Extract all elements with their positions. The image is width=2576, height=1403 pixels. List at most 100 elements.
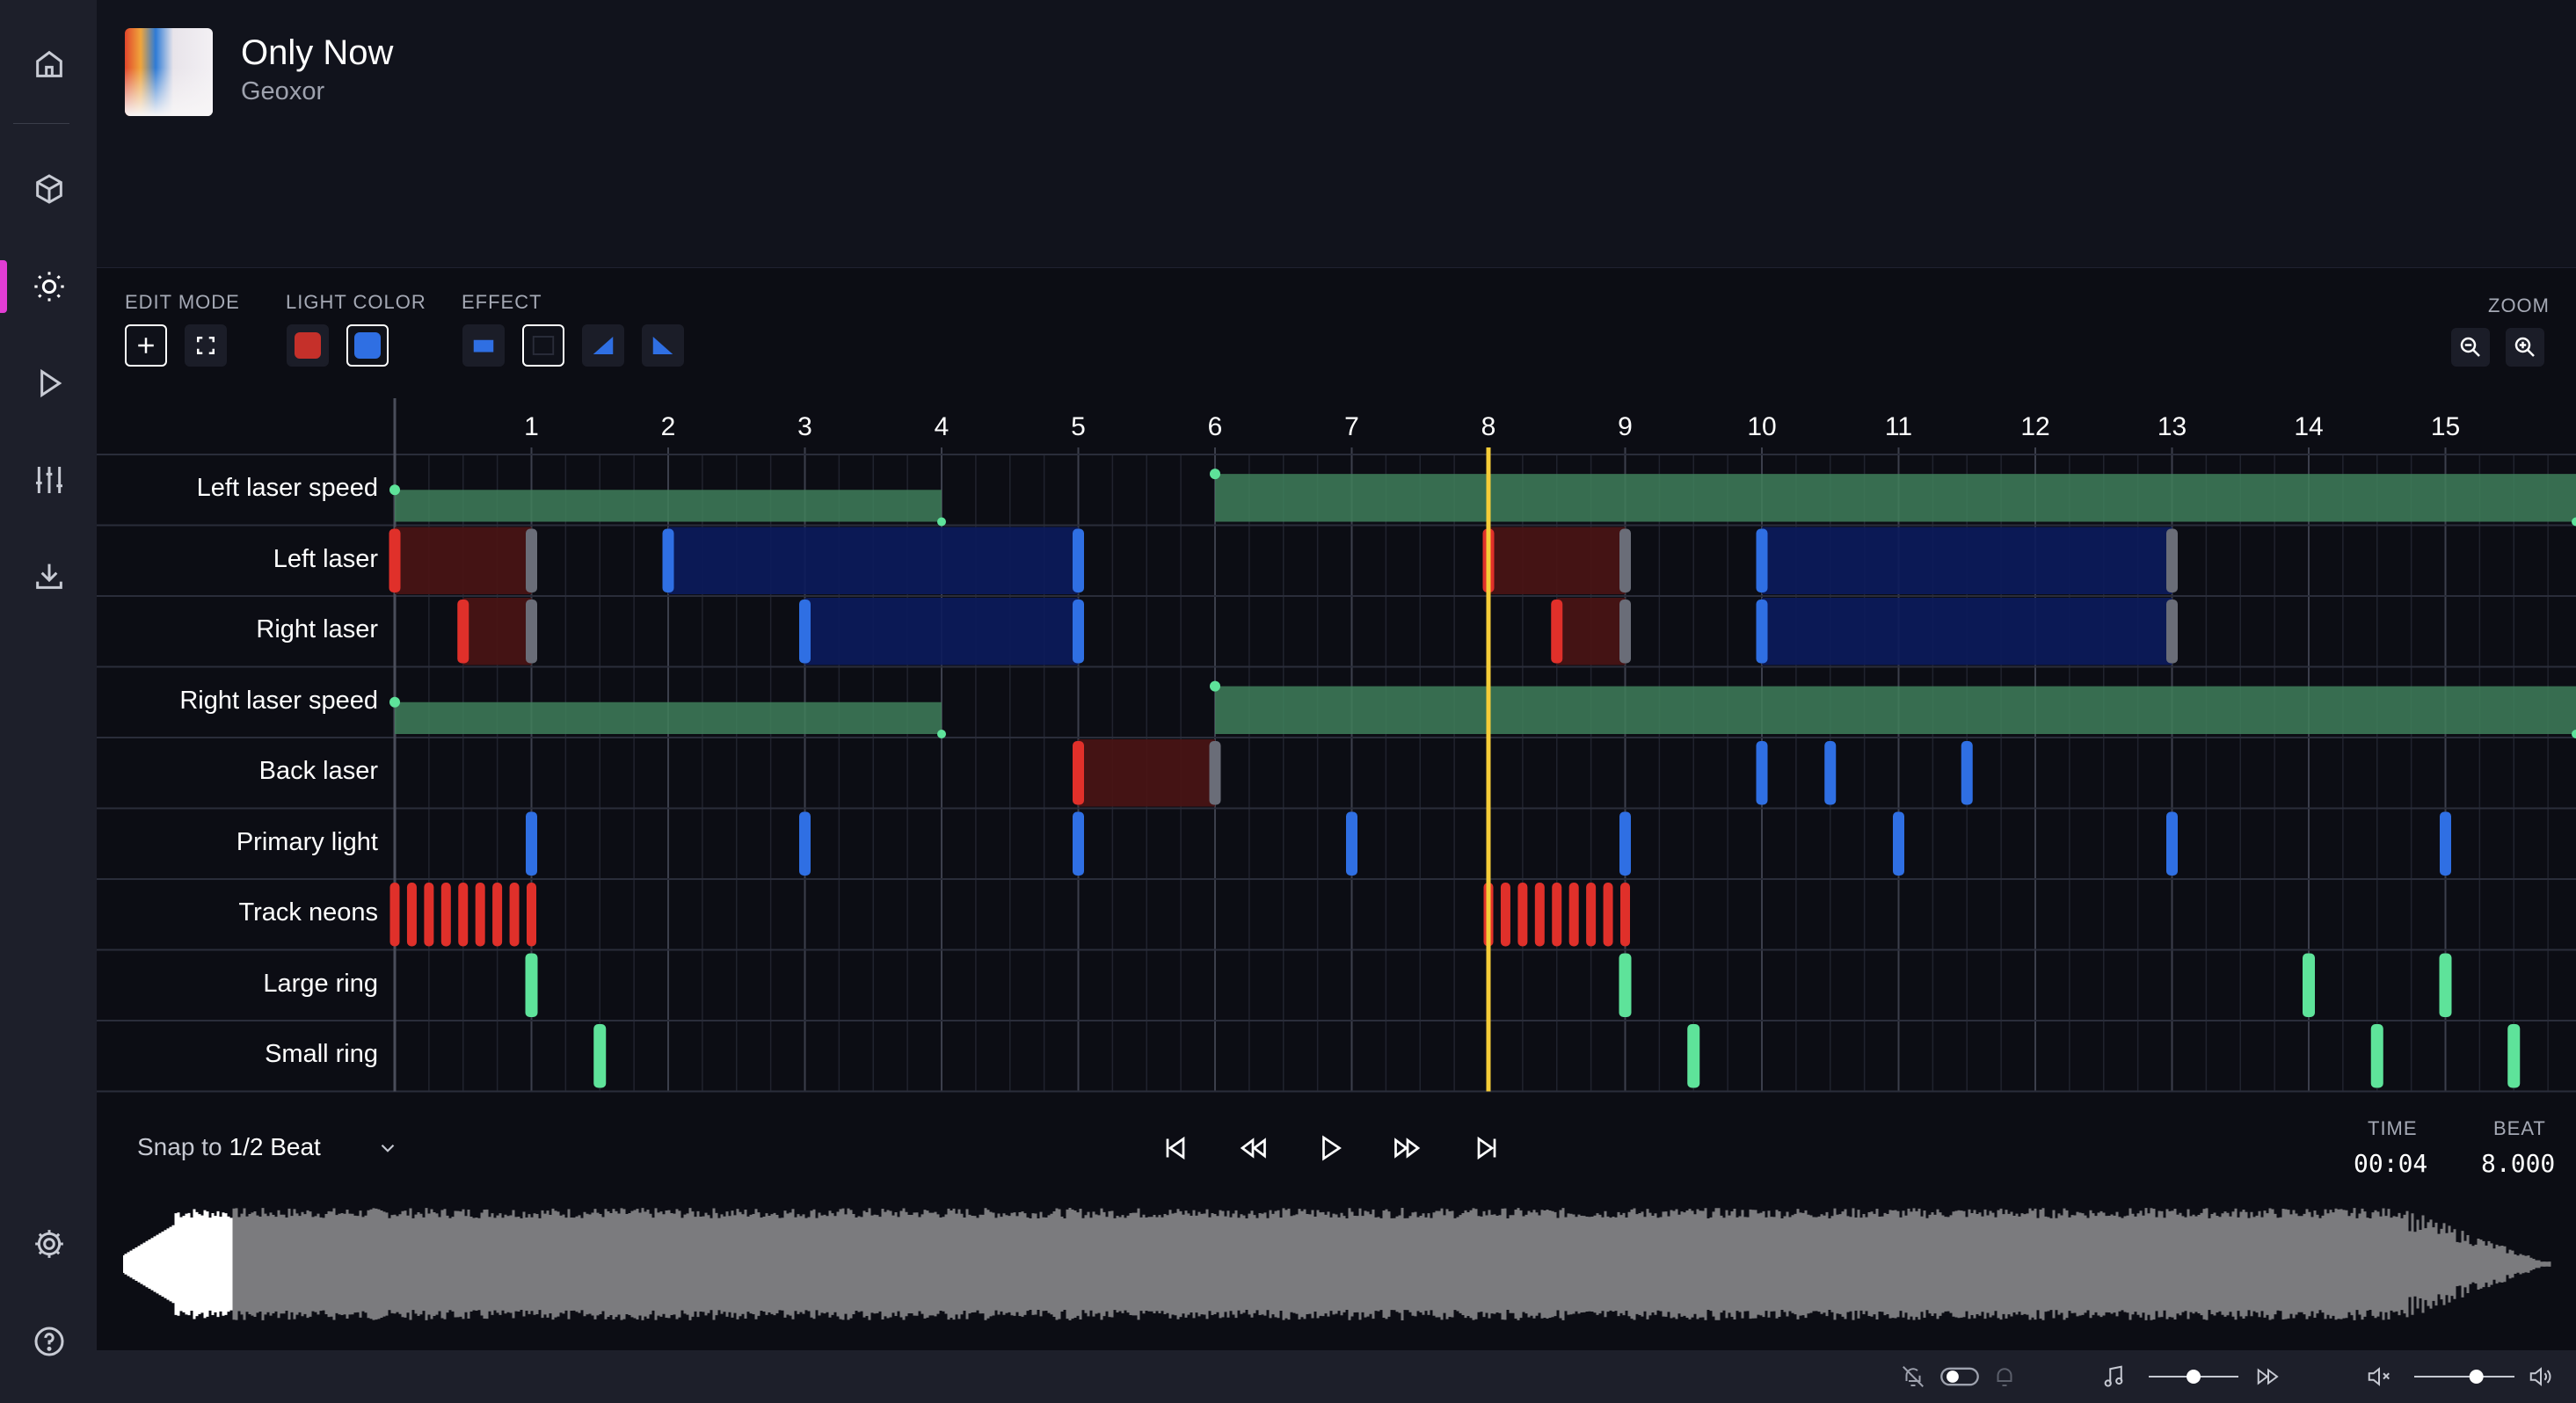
blue-light-event[interactable] [2166, 811, 2178, 876]
off-light-event[interactable] [2166, 528, 2178, 593]
blue-light-event[interactable] [1756, 741, 1768, 805]
red-light-event[interactable] [1620, 883, 1630, 947]
red-light-event[interactable] [424, 883, 434, 947]
off-light-event[interactable] [2166, 600, 2178, 664]
waveform[interactable] [123, 1206, 2551, 1322]
red-light-event[interactable] [1551, 600, 1563, 664]
play-button[interactable] [1310, 1128, 1350, 1168]
edit-mode-select-button[interactable] [185, 324, 227, 367]
sliders-icon[interactable] [27, 458, 71, 502]
red-light-event[interactable] [440, 883, 451, 947]
slider-thumb[interactable] [2187, 1370, 2201, 1384]
ring-event[interactable] [593, 1024, 607, 1088]
off-light-event[interactable] [1619, 528, 1631, 593]
skip-start-button[interactable] [1155, 1128, 1196, 1168]
red-light-event[interactable] [492, 883, 503, 947]
off-light-event[interactable] [1209, 741, 1221, 805]
cube-icon[interactable] [27, 167, 71, 211]
slider-thumb[interactable] [2469, 1370, 2484, 1384]
red-light-event[interactable] [1552, 883, 1562, 947]
blue-light-event[interactable] [1756, 600, 1768, 664]
blue-light-event[interactable] [1961, 741, 1973, 805]
ring-event[interactable] [525, 953, 538, 1018]
fast-forward-small-icon[interactable] [2252, 1361, 2284, 1392]
blue-light-event[interactable] [1619, 811, 1631, 876]
download-icon[interactable] [27, 554, 71, 598]
playback-speed-slider[interactable] [2145, 1366, 2242, 1387]
ring-event[interactable] [2507, 1024, 2521, 1088]
red-light-event[interactable] [406, 883, 417, 947]
blue-light-event[interactable] [799, 600, 811, 664]
effect-fade-in-button[interactable] [582, 324, 624, 367]
play-icon[interactable] [27, 361, 71, 405]
speed-segment[interactable] [1215, 474, 2576, 522]
red-light-event[interactable] [458, 883, 469, 947]
speed-node[interactable] [937, 730, 946, 738]
speed-node[interactable] [1210, 469, 1220, 480]
off-light-event[interactable] [526, 528, 537, 593]
blue-light-event[interactable] [1756, 528, 1768, 593]
speed-node[interactable] [1210, 680, 1220, 692]
blue-light-event[interactable] [1824, 741, 1837, 805]
red-light-event[interactable] [1568, 883, 1579, 947]
blue-light-event[interactable] [2440, 811, 2451, 876]
red-light-event[interactable] [1534, 883, 1545, 947]
red-light-event[interactable] [1500, 883, 1510, 947]
timeline-canvas[interactable]: 1 2 3 4 5 6 7 8 9 10 11 12 13 14 15 [97, 398, 2576, 1093]
speed-segment[interactable] [1215, 686, 2576, 734]
blue-light-event[interactable] [1346, 811, 1357, 876]
blue-light-event[interactable] [662, 528, 674, 593]
off-light-event[interactable] [1619, 600, 1631, 664]
timeline-grid[interactable]: 1 2 3 4 5 6 7 8 9 10 11 12 13 14 15 Left laser speed Le… [97, 398, 2576, 1093]
ring-event[interactable] [2370, 1024, 2383, 1088]
snap-dropdown[interactable]: Snap to 1/2 Beat [137, 1133, 395, 1161]
notification-toggle[interactable] [1938, 1361, 1982, 1392]
red-light-event[interactable] [509, 883, 520, 947]
ring-event[interactable] [1687, 1024, 1700, 1088]
ring-event[interactable] [2303, 953, 2315, 1018]
red-light-event[interactable] [475, 883, 485, 947]
blue-light-event[interactable] [1893, 811, 1904, 876]
blue-light-event[interactable] [1073, 600, 1084, 664]
speed-node[interactable] [389, 484, 400, 496]
volume-icon[interactable] [2525, 1361, 2557, 1392]
blue-light-event[interactable] [526, 811, 537, 876]
speed-node[interactable] [389, 696, 400, 708]
red-light-event[interactable] [389, 883, 400, 947]
ring-event[interactable] [1619, 953, 1632, 1018]
light-color-blue-button[interactable] [346, 324, 389, 367]
off-light-event[interactable] [526, 600, 537, 664]
rewind-button[interactable] [1233, 1128, 1273, 1168]
red-light-event[interactable] [389, 528, 401, 593]
home-icon[interactable] [27, 42, 71, 86]
effect-fade-out-button[interactable] [642, 324, 684, 367]
ring-event[interactable] [2439, 953, 2452, 1018]
fast-forward-button[interactable] [1387, 1128, 1428, 1168]
skip-end-button[interactable] [1466, 1128, 1507, 1168]
red-light-event[interactable] [457, 600, 469, 664]
red-light-event[interactable] [527, 883, 536, 947]
edit-mode-add-button[interactable] [125, 324, 167, 367]
blue-light-event[interactable] [1073, 528, 1084, 593]
blue-light-event[interactable] [799, 811, 811, 876]
speed-segment[interactable] [395, 702, 942, 734]
mute-icon[interactable] [2363, 1361, 2395, 1392]
red-light-event[interactable] [1603, 883, 1613, 947]
effect-on-button[interactable] [462, 324, 505, 367]
gear-icon[interactable] [27, 1222, 71, 1266]
zoom-out-button[interactable] [2451, 328, 2490, 367]
bell-icon[interactable] [1989, 1361, 2020, 1392]
effect-off-button[interactable] [522, 324, 564, 367]
sun-icon[interactable] [27, 265, 71, 309]
red-light-event[interactable] [1073, 741, 1084, 805]
red-light-event[interactable] [1517, 883, 1528, 947]
light-color-red-button[interactable] [287, 324, 329, 367]
help-icon[interactable] [27, 1319, 71, 1363]
volume-slider[interactable] [2411, 1366, 2518, 1387]
bell-off-icon[interactable] [1897, 1361, 1929, 1392]
speed-segment[interactable] [395, 490, 942, 522]
blue-light-event[interactable] [1073, 811, 1084, 876]
red-light-event[interactable] [1586, 883, 1597, 947]
zoom-in-button[interactable] [2506, 328, 2544, 367]
speed-node[interactable] [937, 517, 946, 527]
